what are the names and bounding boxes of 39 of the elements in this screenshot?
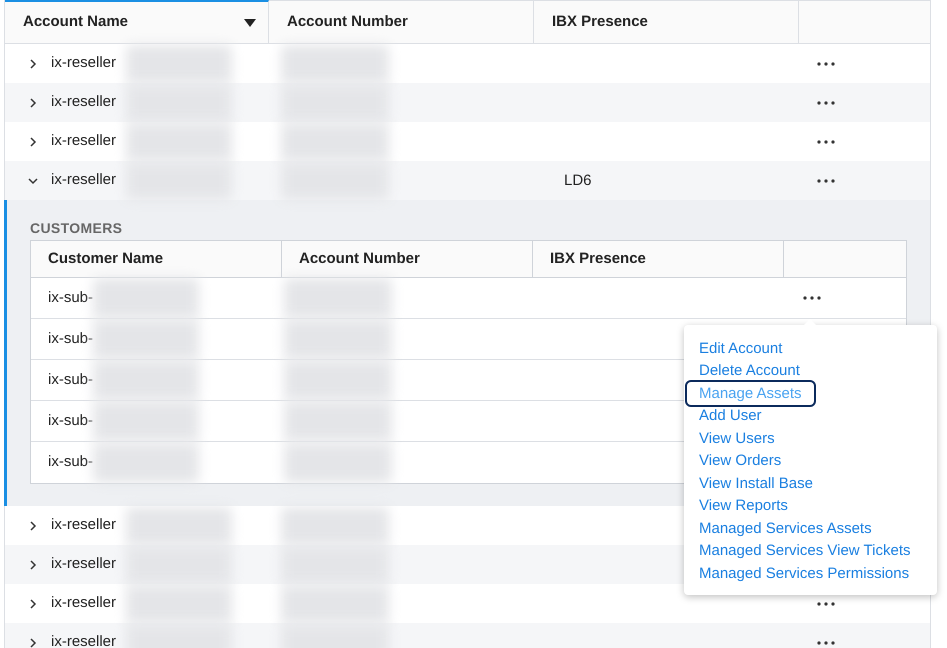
column-header[interactable]: Account Number [269, 0, 534, 43]
account-name: ix-reseller [51, 632, 116, 648]
more-icon[interactable] [803, 296, 821, 300]
menu-item[interactable]: View Users [687, 427, 787, 450]
column-header: Account Number [282, 241, 533, 277]
customer-name: ix-sub- [48, 452, 94, 472]
menu-item[interactable]: Managed Services Assets [687, 517, 884, 540]
account-name: ix-reseller [51, 170, 116, 190]
menu-item[interactable]: Delete Account [687, 360, 812, 382]
more-icon[interactable] [817, 178, 835, 182]
menu-item[interactable]: Managed Services Permissions [687, 562, 922, 584]
account-name: ix-reseller [51, 92, 116, 112]
customer-name: ix-sub- [48, 328, 94, 349]
menu-item[interactable]: Managed Services View Tickets [687, 540, 922, 562]
column-header[interactable]: IBX Presence [534, 0, 799, 43]
customer-name: ix-sub- [48, 370, 94, 390]
menu-item[interactable]: Manage Assets [687, 382, 814, 404]
account-name: ix-reseller [51, 131, 116, 152]
menu-item[interactable]: View Reports [687, 494, 800, 517]
customer-name: ix-sub- [48, 410, 94, 431]
menu-item[interactable]: View Orders [687, 450, 794, 472]
account-name: ix-reseller [51, 554, 116, 574]
account-name: ix-reseller [51, 515, 116, 536]
menu-item[interactable]: Add User [687, 404, 774, 427]
more-icon[interactable] [817, 100, 835, 104]
section-title: CUSTOMERS [30, 220, 124, 236]
column-header: IBX Presence [533, 241, 784, 277]
customer-name: ix-sub- [48, 288, 94, 308]
account-name: ix-reseller [51, 593, 116, 614]
menu-item[interactable]: Edit Account [687, 337, 794, 360]
sort-down-icon[interactable] [244, 18, 256, 26]
more-icon[interactable] [817, 640, 835, 644]
menu-item[interactable]: View Install Base [687, 472, 825, 494]
account-name: ix-reseller [51, 53, 116, 74]
ibx-presence: LD6 [564, 172, 592, 188]
more-icon[interactable] [817, 140, 835, 144]
more-icon[interactable] [817, 62, 835, 66]
column-header: Customer Name [31, 241, 282, 277]
more-icon[interactable] [817, 602, 835, 606]
